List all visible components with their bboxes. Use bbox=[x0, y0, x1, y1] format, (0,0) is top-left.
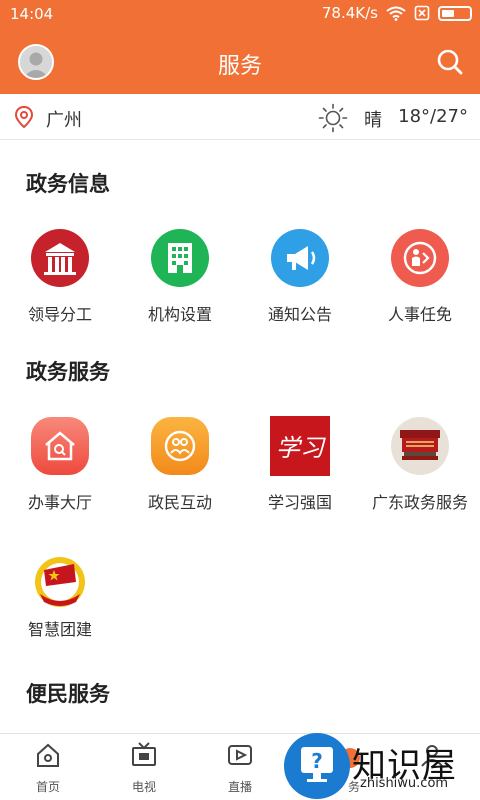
app-header: 服务 bbox=[0, 28, 480, 94]
section-title-gov-info: 政务信息 bbox=[26, 172, 110, 196]
temperature: 18°/27° bbox=[398, 106, 468, 127]
city-selector[interactable]: 广州 bbox=[46, 106, 82, 132]
nav-item-home[interactable]: 首页 bbox=[0, 734, 96, 800]
network-speed: 78.4K/s bbox=[321, 4, 378, 22]
watermark-logo: ? bbox=[284, 733, 350, 799]
grid-item-xuexi[interactable]: 学习 学习强国 bbox=[240, 416, 360, 516]
office-building-icon bbox=[151, 229, 209, 287]
wifi-icon bbox=[386, 6, 406, 21]
grid-label: 智慧团建 bbox=[27, 620, 92, 639]
svg-text:学习: 学习 bbox=[276, 434, 326, 462]
interaction-icon bbox=[151, 417, 209, 475]
weather-text: 晴 bbox=[364, 110, 382, 131]
person-swap-icon bbox=[391, 229, 449, 287]
svg-text:?: ? bbox=[311, 749, 323, 773]
grid-item-youth-league[interactable]: 智慧团建 bbox=[0, 550, 120, 650]
search-icon[interactable] bbox=[436, 48, 464, 76]
page-title: 服务 bbox=[217, 54, 262, 79]
location-pin-icon bbox=[14, 106, 34, 128]
grid-label: 学习强国 bbox=[267, 493, 332, 512]
status-indicators: 78.4K/s bbox=[322, 4, 472, 22]
sim-off-icon bbox=[414, 5, 430, 21]
grid-item-service-hall[interactable]: 办事大厅 bbox=[0, 416, 120, 516]
hall-icon bbox=[31, 417, 89, 475]
status-time: 14:04 bbox=[10, 5, 54, 23]
grid-item-interaction[interactable]: 政民互动 bbox=[120, 416, 240, 516]
grid-label: 领导分工 bbox=[27, 305, 92, 324]
question-monitor-icon: ? bbox=[301, 747, 333, 782]
sunny-weather-icon bbox=[318, 103, 348, 133]
youth-league-emblem-icon bbox=[35, 557, 85, 607]
guangdong-service-logo-icon bbox=[391, 417, 449, 475]
nav-label: 首页 bbox=[35, 780, 60, 794]
grid-item-leader-division[interactable]: 领导分工 bbox=[0, 228, 120, 328]
grid-label: 办事大厅 bbox=[27, 493, 92, 512]
grid-label: 通知公告 bbox=[267, 305, 332, 324]
grid-label: 政民互动 bbox=[147, 493, 212, 512]
battery-icon bbox=[438, 5, 472, 21]
status-bar: 14:04 78.4K/s bbox=[0, 0, 480, 28]
nav-label: 直播 bbox=[227, 780, 252, 794]
grid-label: 机构设置 bbox=[147, 305, 212, 324]
grid-item-personnel[interactable]: 人事任免 bbox=[360, 228, 480, 328]
section-title-gov-service: 政务服务 bbox=[26, 360, 110, 384]
live-icon bbox=[228, 745, 252, 765]
nav-label: 电视 bbox=[131, 780, 156, 794]
section-title-people-service: 便民服务 bbox=[26, 682, 110, 706]
nav-item-tv[interactable]: 电视 bbox=[96, 734, 192, 800]
grid-item-guangdong-service[interactable]: 广东政务服务 bbox=[360, 416, 480, 516]
grid-item-notice[interactable]: 通知公告 bbox=[240, 228, 360, 328]
nav-item-live[interactable]: 直播 bbox=[192, 734, 288, 800]
grid-label: 人事任免 bbox=[387, 305, 452, 324]
megaphone-icon bbox=[271, 229, 329, 287]
tv-icon bbox=[132, 742, 156, 766]
watermark-url: zhishiwu.com bbox=[360, 776, 449, 791]
location-weather-bar: 广州 晴 18°/27° bbox=[0, 94, 480, 140]
grid-item-organization[interactable]: 机构设置 bbox=[120, 228, 240, 328]
home-icon bbox=[37, 743, 59, 767]
building-gate-icon bbox=[31, 229, 89, 287]
xuexi-logo-icon: 学习 bbox=[270, 416, 330, 476]
grid-label: 广东政务服务 bbox=[371, 493, 468, 512]
